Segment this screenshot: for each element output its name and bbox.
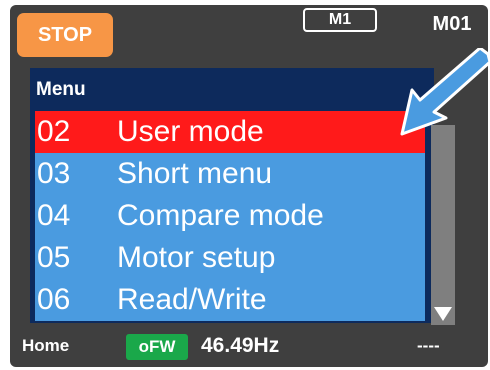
menu-item-compare-mode[interactable]: 04 Compare mode: [35, 195, 425, 237]
menu-item-short-menu[interactable]: 03 Short menu: [35, 153, 425, 195]
status-bar: Home oFW 46.49Hz ----: [10, 327, 488, 367]
menu-item-label: User mode: [117, 115, 264, 148]
menu-scrollbar[interactable]: [431, 125, 455, 325]
menu-item-label: Short menu: [117, 157, 273, 190]
arrow-pointer-icon: [400, 48, 490, 136]
menu-item-number: 03: [37, 157, 71, 190]
stop-button[interactable]: STOP: [17, 13, 113, 57]
menu-item-number: 05: [37, 241, 71, 274]
menu-item-motor-setup[interactable]: 05 Motor setup: [35, 237, 425, 279]
mode-badge: M1: [303, 8, 377, 32]
stop-label: STOP: [37, 23, 93, 46]
ofw-badge: oFW: [126, 334, 188, 360]
menu-title: Menu: [36, 79, 86, 100]
menu-item-user-mode[interactable]: 02 User mode: [35, 111, 425, 153]
menu-list: 02 User mode 03 Short menu 04 Compare mo…: [35, 111, 425, 321]
menu-item-label: Read/Write: [117, 283, 267, 316]
triangle-down-icon[interactable]: [434, 307, 452, 321]
menu-item-number: 04: [37, 199, 71, 232]
mode-code: M01: [432, 13, 472, 35]
menu-item-number: 06: [37, 283, 71, 316]
menu-item-label: Compare mode: [117, 199, 324, 232]
mode-badge-label: M1: [328, 11, 352, 28]
menu-item-label: Motor setup: [117, 241, 276, 274]
menu-panel: Menu 02 User mode 03 Short menu 04 Compa…: [30, 68, 434, 323]
menu-item-read-write[interactable]: 06 Read/Write: [35, 279, 425, 321]
status-right-text: ----: [417, 336, 440, 355]
menu-item-number: 02: [37, 115, 71, 148]
home-label: Home: [22, 336, 70, 355]
frequency-readout: 46.49Hz: [201, 334, 280, 357]
